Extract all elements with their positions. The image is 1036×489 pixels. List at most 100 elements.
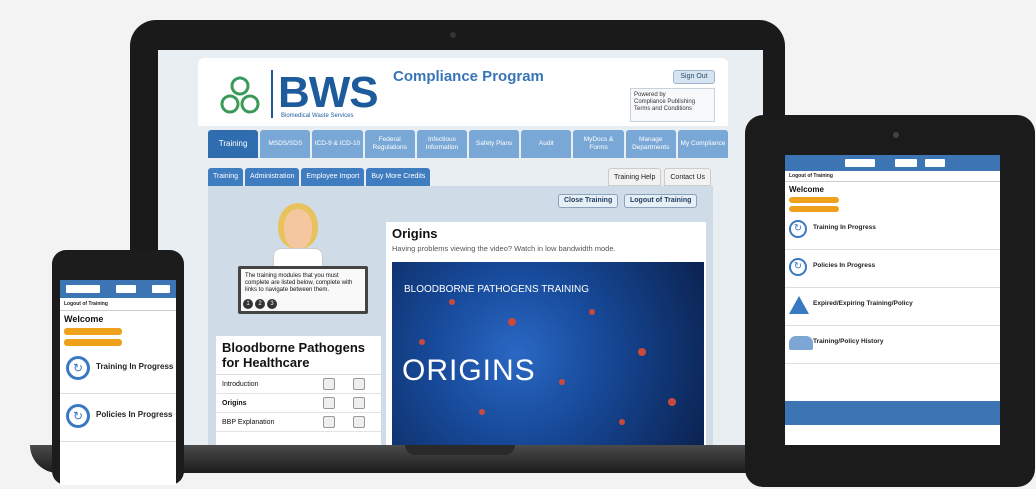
mascot-head <box>278 203 318 249</box>
powered-by-company[interactable]: Compliance Publishing <box>634 99 711 106</box>
powered-by-box: Powered by Compliance Publishing Terms a… <box>630 88 715 122</box>
logo-text: BWS <box>278 68 379 117</box>
close-training-button[interactable]: Close Training <box>558 194 619 208</box>
nav-training[interactable]: Training <box>208 130 259 158</box>
phone-section[interactable]: ↻ Training In Progress <box>60 350 176 394</box>
tablet-footer <box>785 401 1000 425</box>
nav-icd[interactable]: ICD-9 & ICD-10 <box>312 130 363 158</box>
tablet-section[interactable]: Training/Policy History <box>785 326 1000 364</box>
phone-action-pill[interactable] <box>64 328 122 335</box>
sign-out-button[interactable]: Sign Out <box>673 70 715 84</box>
tablet-logo <box>845 159 875 167</box>
video-icon[interactable] <box>323 378 335 390</box>
nav-audit[interactable]: Audit <box>521 130 572 158</box>
checklist-icon[interactable] <box>353 378 365 390</box>
list-item[interactable]: Origins <box>216 394 381 413</box>
sub-nav: Training Administration Employee Import … <box>208 168 431 186</box>
section-label: Training In Progress <box>813 224 876 231</box>
laptop-camera <box>450 32 456 38</box>
mascot-steps: 1 2 3 <box>243 299 277 309</box>
recycle-logo-icon <box>220 76 260 114</box>
video-panel: Origins Having problems viewing the vide… <box>386 222 706 445</box>
subtab-training[interactable]: Training <box>208 168 244 186</box>
training-body: Close Training Logout of Training The tr… <box>208 186 713 445</box>
document-icon[interactable] <box>353 397 365 409</box>
section-label: Policies In Progress <box>813 262 876 269</box>
tablet-screen: Logout of Training Welcome ↻ Training In… <box>785 155 1000 445</box>
tablet-welcome: Welcome <box>789 185 824 194</box>
video-title: ORIGINS <box>402 354 536 387</box>
contact-us-tab[interactable]: Contact Us <box>664 168 711 186</box>
tablet-menu-button[interactable] <box>895 159 917 167</box>
refresh-icon: ↻ <box>789 220 807 238</box>
mascot-illustration: The training modules that you must compl… <box>233 198 373 323</box>
phone-menu-button[interactable] <box>116 285 136 293</box>
tablet-action-pill[interactable] <box>789 197 839 203</box>
section-label: Training/Policy History <box>813 338 884 345</box>
phone-action-pill[interactable] <box>64 339 122 346</box>
device-mockup-scene: BWS Biomedical Waste Services Compliance… <box>0 0 1036 489</box>
module-label: Origins <box>222 399 247 407</box>
phone-logout-training[interactable]: Logout of Training <box>60 298 176 311</box>
video-icon[interactable] <box>323 397 335 409</box>
list-item[interactable]: BBP Explanation <box>216 413 381 432</box>
terms-link[interactable]: Terms and Conditions <box>634 106 711 113</box>
main-nav: Training MSDS/SDS ICD-9 & ICD-10 Federal… <box>208 130 729 158</box>
module-label: BBP Explanation <box>222 418 275 426</box>
section-label: Policies In Progress <box>96 410 173 419</box>
logout-training-button[interactable]: Logout of Training <box>624 194 698 208</box>
step-2-badge: 2 <box>255 299 265 309</box>
step-1-badge: 1 <box>243 299 253 309</box>
site-header: BWS Biomedical Waste Services Compliance… <box>198 58 728 126</box>
low-bandwidth-link[interactable]: Having problems viewing the video? Watch… <box>392 244 616 253</box>
logo-subtitle: Biomedical Waste Services <box>281 113 354 119</box>
course-module-list: Bloodborne Pathogens for Healthcare Intr… <box>216 336 381 445</box>
phone-screen: Logout of Training Welcome ↻ Training In… <box>60 280 176 485</box>
mascot-text: The training modules that you must compl… <box>245 273 353 293</box>
subtab-employee-import[interactable]: Employee Import <box>301 168 365 186</box>
refresh-icon: ↻ <box>66 356 90 380</box>
tablet-logout-button[interactable] <box>925 159 945 167</box>
tablet-top-bar <box>785 155 1000 171</box>
phone-section[interactable]: ↻ Policies In Progress <box>60 398 176 442</box>
phone-logout-button[interactable] <box>152 285 170 293</box>
nav-safety-plans[interactable]: Safety Plans <box>469 130 520 158</box>
nav-manage-departments[interactable]: Manage Departments <box>625 130 676 158</box>
panel-title: Origins <box>392 226 438 241</box>
tablet-section[interactable]: Expired/Expiring Training/Policy <box>785 288 1000 326</box>
tablet-logout-training[interactable]: Logout of Training <box>785 171 1000 182</box>
tablet-section[interactable]: ↻ Policies In Progress <box>785 250 1000 288</box>
phone-welcome: Welcome <box>64 314 104 324</box>
laptop-notch <box>405 445 515 455</box>
section-label: Expired/Expiring Training/Policy <box>813 300 913 307</box>
training-help-tab[interactable]: Training Help <box>608 168 662 186</box>
laptop-screen: BWS Biomedical Waste Services Compliance… <box>158 50 763 445</box>
tablet-camera <box>893 132 899 138</box>
list-item[interactable]: Introduction <box>216 375 381 394</box>
subtab-administration[interactable]: Administration <box>245 168 300 186</box>
video-icon[interactable] <box>323 416 335 428</box>
logo-divider <box>271 70 273 118</box>
people-icon <box>789 336 813 350</box>
nav-my-compliance[interactable]: My Compliance <box>677 130 729 158</box>
phone-logo <box>66 285 100 293</box>
phone-top-bar <box>60 280 176 298</box>
subtab-buy-credits[interactable]: Buy More Credits <box>366 168 431 186</box>
section-label: Training In Progress <box>96 362 174 371</box>
nav-msds[interactable]: MSDS/SDS <box>260 130 311 158</box>
step-3-badge: 3 <box>267 299 277 309</box>
nav-mydocs[interactable]: MyDocs & Forms <box>573 130 624 158</box>
training-video[interactable]: BLOODBORNE PATHOGENS TRAINING ORIGINS <box>392 262 704 445</box>
powered-by-label: Powered by <box>634 92 666 98</box>
course-title: Bloodborne Pathogens for Healthcare <box>216 336 381 375</box>
refresh-icon: ↻ <box>789 258 807 276</box>
document-icon[interactable] <box>353 416 365 428</box>
video-heading: BLOODBORNE PATHOGENS TRAINING <box>404 284 590 295</box>
refresh-icon: ↻ <box>66 404 90 428</box>
help-tabs: Training Help Contact Us <box>608 168 711 186</box>
warning-icon <box>789 296 809 314</box>
nav-federal-regulations[interactable]: Federal Regulations <box>364 130 415 158</box>
nav-infectious-information[interactable]: Infectious Information <box>416 130 468 158</box>
tablet-section[interactable]: ↻ Training In Progress <box>785 212 1000 250</box>
page-title: Compliance Program <box>393 68 544 85</box>
